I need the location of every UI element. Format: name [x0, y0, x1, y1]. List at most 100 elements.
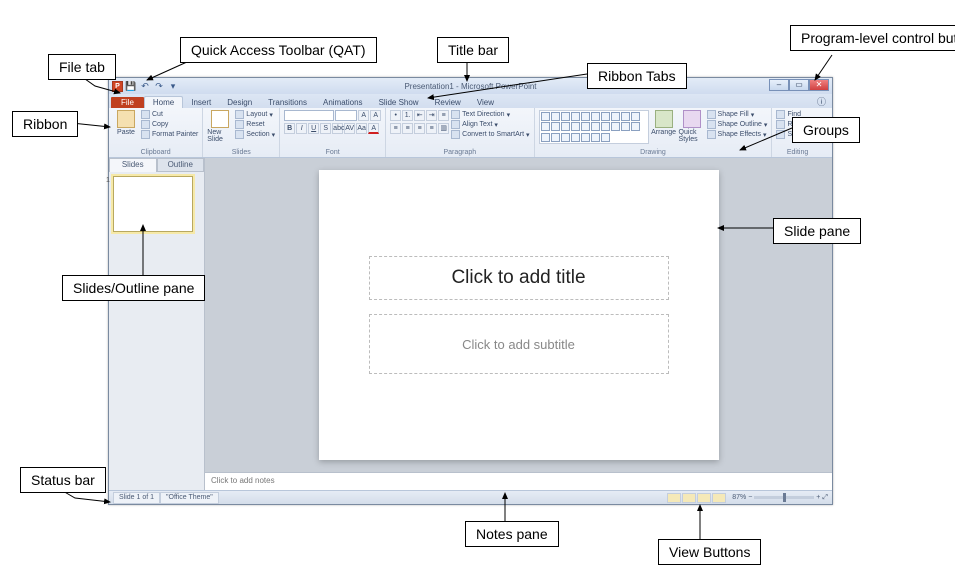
- strike-button[interactable]: S: [320, 123, 331, 134]
- annotation-ribbon: Ribbon: [12, 111, 78, 137]
- notes-pane[interactable]: Click to add notes: [205, 472, 832, 490]
- tab-insert[interactable]: Insert: [183, 97, 219, 108]
- slide-thumbnail[interactable]: 1: [113, 176, 193, 232]
- view-reading-button[interactable]: [697, 493, 711, 503]
- tab-design[interactable]: Design: [219, 97, 260, 108]
- zoom-out-icon[interactable]: −: [748, 494, 752, 501]
- increase-indent-button[interactable]: ⇥: [426, 110, 437, 121]
- copy-button[interactable]: Copy: [141, 120, 198, 129]
- group-drawing: Arrange Quick Styles Shape Fill ▾ Shape …: [535, 108, 773, 157]
- quick-access-toolbar: P 💾 ↶ ↷ ▾: [109, 80, 179, 92]
- shape-fill-icon: [707, 110, 716, 119]
- minimize-button[interactable]: –: [769, 79, 789, 91]
- format-painter-label: Format Painter: [152, 131, 198, 138]
- zoom-slider[interactable]: [754, 496, 814, 499]
- qat-customize-icon[interactable]: ▾: [167, 80, 179, 92]
- decrease-indent-button[interactable]: ⇤: [414, 110, 425, 121]
- outline-tab[interactable]: Outline: [157, 158, 205, 172]
- align-left-button[interactable]: ≡: [390, 123, 401, 134]
- section-label: Section: [246, 131, 269, 138]
- paste-button[interactable]: Paste: [113, 110, 139, 136]
- tab-animations[interactable]: Animations: [315, 97, 371, 108]
- text-direction-icon: [451, 110, 460, 119]
- text-direction-button[interactable]: Text Direction ▾: [451, 110, 529, 119]
- tab-review[interactable]: Review: [427, 97, 469, 108]
- new-slide-button[interactable]: New Slide: [207, 110, 233, 143]
- align-text-button[interactable]: Align Text ▾: [451, 120, 529, 129]
- tab-view[interactable]: View: [469, 97, 502, 108]
- format-painter-button[interactable]: Format Painter: [141, 130, 198, 139]
- arrange-label: Arrange: [651, 129, 676, 136]
- numbering-button[interactable]: 1.: [402, 110, 413, 121]
- align-center-button[interactable]: ≡: [402, 123, 413, 134]
- slide-number: 1: [106, 177, 110, 184]
- powerpoint-window: P 💾 ↶ ↷ ▾ Presentation1 - Microsoft Powe…: [108, 77, 833, 505]
- layout-label: Layout: [246, 111, 267, 118]
- font-family-select[interactable]: [284, 110, 334, 121]
- section-button[interactable]: Section ▾: [235, 130, 275, 139]
- tab-transitions[interactable]: Transitions: [260, 97, 315, 108]
- arrange-button[interactable]: Arrange: [651, 110, 677, 136]
- ribbon: Paste Cut Copy Format Painter Clipboard …: [109, 108, 832, 158]
- change-case-button[interactable]: Aa: [356, 123, 367, 134]
- close-button[interactable]: ✕: [809, 79, 829, 91]
- line-spacing-button[interactable]: ≡: [438, 110, 449, 121]
- save-icon[interactable]: 💾: [125, 80, 137, 92]
- undo-icon[interactable]: ↶: [139, 80, 151, 92]
- decrease-font-button[interactable]: A: [370, 110, 381, 121]
- italic-button[interactable]: I: [296, 123, 307, 134]
- shape-effects-button[interactable]: Shape Effects ▾: [707, 130, 768, 139]
- shapes-gallery[interactable]: [539, 110, 649, 144]
- workspace: Slides Outline 1 Click to add title Clic…: [109, 158, 832, 490]
- title-placeholder[interactable]: Click to add title: [369, 256, 669, 300]
- font-color-button[interactable]: A: [368, 123, 379, 134]
- annotation-groups: Groups: [792, 117, 860, 143]
- app-icon[interactable]: P: [112, 81, 123, 92]
- align-text-label: Align Text: [462, 121, 492, 128]
- annotation-slides-outline-pane: Slides/Outline pane: [62, 275, 205, 301]
- annotation-status-bar: Status bar: [20, 467, 106, 493]
- shape-outline-button[interactable]: Shape Outline ▾: [707, 120, 768, 129]
- slide-canvas[interactable]: Click to add title Click to add subtitle: [319, 170, 719, 460]
- zoom-control[interactable]: 87% − + ⤢: [732, 494, 828, 502]
- tab-home[interactable]: Home: [144, 96, 183, 108]
- fit-to-window-icon[interactable]: ⤢: [822, 494, 828, 502]
- view-slideshow-button[interactable]: [712, 493, 726, 503]
- convert-smartart-button[interactable]: Convert to SmartArt ▾: [451, 130, 529, 139]
- file-tab[interactable]: File: [111, 97, 144, 108]
- subtitle-placeholder[interactable]: Click to add subtitle: [369, 314, 669, 374]
- group-slides: New Slide Layout ▾ Reset Section ▾ Slide…: [203, 108, 280, 157]
- justify-button[interactable]: ≡: [426, 123, 437, 134]
- bold-button[interactable]: B: [284, 123, 295, 134]
- increase-font-button[interactable]: A: [358, 110, 369, 121]
- slides-tab[interactable]: Slides: [109, 158, 157, 172]
- view-sorter-button[interactable]: [682, 493, 696, 503]
- zoom-in-icon[interactable]: +: [816, 494, 820, 501]
- cut-button[interactable]: Cut: [141, 110, 198, 119]
- reset-button[interactable]: Reset: [235, 120, 275, 129]
- char-spacing-button[interactable]: AV: [344, 123, 355, 134]
- align-right-button[interactable]: ≡: [414, 123, 425, 134]
- annotation-qat: Quick Access Toolbar (QAT): [180, 37, 377, 63]
- new-slide-label: New Slide: [207, 129, 233, 143]
- redo-icon[interactable]: ↷: [153, 80, 165, 92]
- tab-slide-show[interactable]: Slide Show: [371, 97, 427, 108]
- layout-button[interactable]: Layout ▾: [235, 110, 275, 119]
- replace-icon: [776, 120, 785, 129]
- font-size-select[interactable]: [335, 110, 357, 121]
- maximize-button[interactable]: ▭: [789, 79, 809, 91]
- bullets-button[interactable]: •: [390, 110, 401, 121]
- underline-button[interactable]: U: [308, 123, 319, 134]
- shape-fill-button[interactable]: Shape Fill ▾: [707, 110, 768, 119]
- quick-styles-button[interactable]: Quick Styles: [679, 110, 705, 143]
- group-label-slides: Slides: [207, 149, 275, 157]
- shadow-button[interactable]: abc: [332, 123, 343, 134]
- view-normal-button[interactable]: [667, 493, 681, 503]
- annotation-view-buttons: View Buttons: [658, 539, 761, 565]
- columns-button[interactable]: ▥: [438, 123, 449, 134]
- group-label-drawing: Drawing: [539, 149, 768, 157]
- help-icon[interactable]: ⓘ: [817, 95, 832, 108]
- group-label-font: Font: [284, 149, 381, 157]
- annotation-slide-pane: Slide pane: [773, 218, 861, 244]
- reset-label: Reset: [246, 121, 264, 128]
